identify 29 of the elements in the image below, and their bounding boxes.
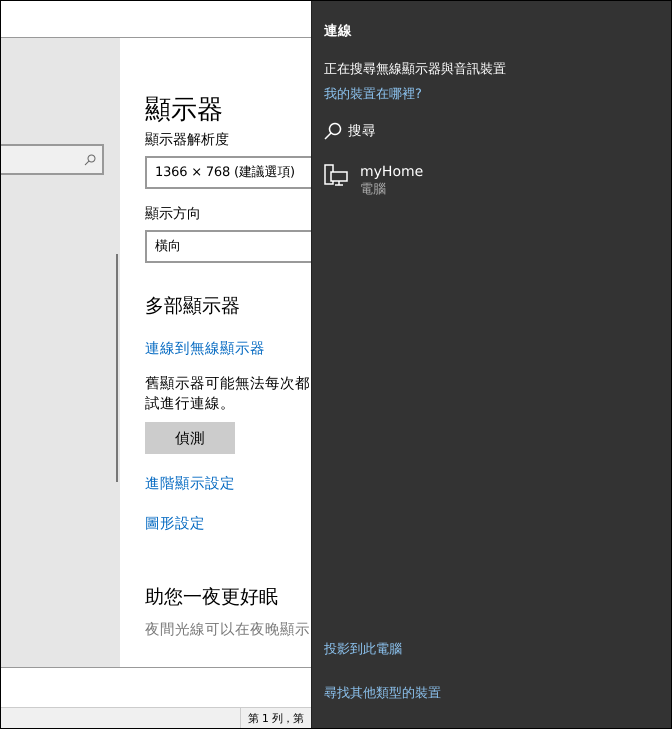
note-text: 試進行連線。 <box>145 395 236 414</box>
search-icon <box>324 122 342 140</box>
section-heading: 多部顯示器 <box>145 294 241 319</box>
settings-link[interactable]: 進階顯示設定 <box>145 474 311 494</box>
device-item[interactable]: myHome 電腦 <box>324 164 659 198</box>
device-type: 電腦 <box>360 181 387 198</box>
settings-link[interactable]: 圖形設定 <box>145 514 311 534</box>
panel-title: 連線 <box>324 22 353 40</box>
section-heading: 助您一夜更好眠 <box>145 585 279 610</box>
device-name: myHome <box>360 164 424 180</box>
help-link[interactable]: 我的裝置在哪裡? <box>324 85 659 103</box>
wireless-display-link[interactable]: 連線到無線顯示器 <box>145 339 311 358</box>
scrollbar[interactable] <box>116 254 118 482</box>
search-field[interactable] <box>1 144 104 175</box>
search-label: 搜尋 <box>348 122 376 140</box>
resolution-dropdown[interactable]: 1366 × 768 (建議選項) <box>145 156 311 189</box>
note-text: 舊顯示器可能無法每次都 <box>145 375 311 394</box>
computer-icon <box>324 164 348 186</box>
search-icon <box>84 154 96 166</box>
orientation-dropdown[interactable]: 橫向 <box>145 230 311 263</box>
status-text: 正在搜尋無線顯示器與音訊裝置 <box>324 61 507 78</box>
panel-link[interactable]: 尋找其他類型的裝置 <box>324 684 659 702</box>
description-text: 夜間光線可以在夜晚顯示 <box>145 620 311 639</box>
panel-link[interactable]: 投影到此電腦 <box>324 640 659 658</box>
orientation-label: 顯示方向 <box>145 205 202 224</box>
page-title: 顯示器 <box>145 94 224 126</box>
resolution-label: 顯示器解析度 <box>145 131 230 150</box>
status-text: 第 1 列，第 <box>248 710 304 726</box>
detect-button[interactable]: 偵測 <box>145 422 235 454</box>
